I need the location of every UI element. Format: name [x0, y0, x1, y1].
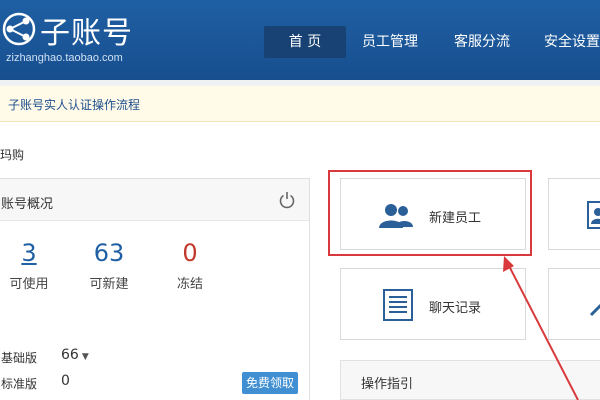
brand-title: 子账号 [40, 16, 133, 51]
notice-bar: 子账号实人认证操作流程 [0, 86, 600, 122]
caret-down-icon[interactable]: ▼ [82, 352, 89, 362]
id-card-icon [587, 201, 600, 229]
nav-customer-routing[interactable]: 客服分流 [454, 26, 510, 58]
version-basic-value[interactable]: 66 ▼ [61, 347, 89, 363]
shop-name: 玛购 [0, 148, 25, 162]
pencil-icon [589, 303, 600, 317]
stat-available-label: 可使用 [9, 277, 49, 292]
stat-frozen-label: 冻结 [176, 277, 203, 292]
document-list-icon [383, 289, 413, 321]
free-claim-button[interactable]: 免费领取 [242, 372, 298, 394]
main-content: 玛购 账号概况 3 可使用 63 可新建 0 冻结 基础版 66 ▼ 标准版 0 [0, 122, 600, 400]
stat-available-value[interactable]: 3 [9, 239, 49, 267]
app-header: 子账号 zizhanghao.taobao.com 首 页 员工管理 客服分流 … [0, 0, 600, 80]
account-overview-title: 账号概况 [1, 197, 54, 212]
operation-guide-panel: 操作指引 [340, 360, 600, 400]
chat-records-label: 聊天记录 [429, 301, 482, 316]
version-basic-label: 基础版 [1, 351, 38, 365]
stat-creatable-label: 可新建 [89, 277, 129, 292]
stat-frozen-value: 0 [182, 239, 198, 267]
operation-guide-title: 操作指引 [361, 377, 414, 392]
main-nav: 首 页 员工管理 客服分流 安全设置 [264, 26, 600, 58]
brand-url: zizhanghao.taobao.com [6, 52, 123, 64]
version-standard-label: 标准版 [1, 377, 38, 391]
edit-tile[interactable] [548, 268, 600, 340]
stat-available[interactable]: 3 可使用 [9, 239, 49, 292]
power-icon[interactable] [279, 191, 295, 209]
realname-auth-guide-link[interactable]: 子账号实人认证操作流程 [8, 96, 140, 113]
stat-creatable-value: 63 [93, 239, 125, 267]
nav-home[interactable]: 首 页 [264, 26, 346, 58]
chat-records-tile[interactable]: 聊天记录 [340, 268, 526, 340]
stat-creatable: 63 可新建 [83, 239, 135, 292]
nav-security-settings[interactable]: 安全设置 [544, 26, 600, 58]
stat-frozen: 0 冻结 [170, 239, 210, 292]
account-overview-header: 账号概况 [0, 179, 309, 221]
share-logo-icon [2, 12, 36, 46]
version-standard-value: 0 [61, 373, 70, 389]
version-basic-count: 66 [61, 347, 79, 363]
nav-staff-management[interactable]: 员工管理 [362, 26, 418, 58]
profile-tile[interactable] [548, 178, 600, 250]
account-overview-card: 账号概况 3 可使用 63 可新建 0 冻结 基础版 66 ▼ 标准版 0 [0, 178, 310, 400]
highlight-annotation-box [328, 170, 532, 256]
